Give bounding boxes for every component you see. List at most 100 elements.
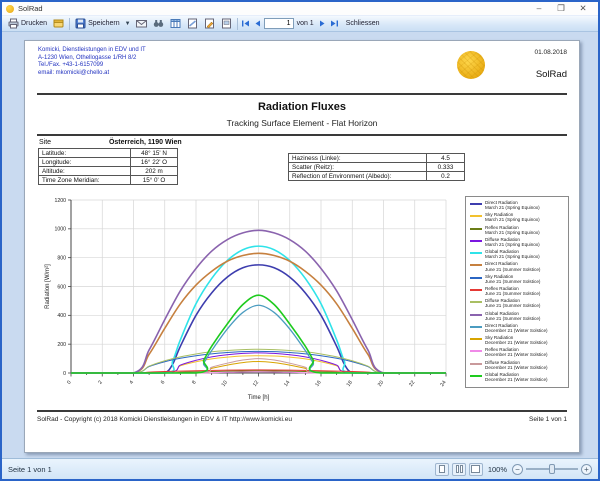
columns-icon — [170, 18, 181, 29]
svg-text:4: 4 — [129, 380, 136, 386]
preview-area[interactable]: Komicki, Dienstleistungen in EDV und IT A… — [2, 32, 598, 458]
print-setup-icon — [53, 18, 64, 29]
svg-text:2: 2 — [97, 380, 104, 386]
save-button[interactable]: Speichern — [72, 17, 123, 30]
legend-item: Diffuse RadiationDecember 21 (Winter Sol… — [470, 360, 566, 370]
legend-color-line — [470, 375, 482, 377]
svg-text:1200: 1200 — [54, 198, 66, 204]
legend-color-line — [470, 264, 482, 266]
legend-color-line — [470, 326, 482, 328]
solrad-sun-logo — [457, 51, 485, 79]
minimize-button[interactable]: – — [528, 3, 550, 14]
print-setup-button[interactable] — [50, 17, 67, 30]
svg-text:400: 400 — [57, 313, 66, 319]
company-address-line: email: mkomicki@chello.at — [38, 70, 146, 78]
legend-color-line — [470, 301, 482, 303]
next-page-button[interactable] — [317, 18, 329, 30]
print-button[interactable]: Drucken — [5, 17, 50, 30]
svg-text:18: 18 — [346, 380, 354, 388]
page-number-input[interactable] — [264, 18, 294, 29]
title-rule — [37, 134, 567, 136]
svg-text:0: 0 — [66, 380, 73, 386]
watermark-icon — [187, 18, 198, 29]
table-row: Longitude:16° 22' O — [39, 158, 178, 167]
svg-text:20: 20 — [377, 380, 385, 388]
svg-text:600: 600 — [57, 284, 66, 290]
legend-color-line — [470, 252, 482, 254]
app-sun-icon — [6, 5, 14, 13]
page-footer: SolRad - Copyright (c) 2018 Komicki Dien… — [37, 410, 567, 423]
legend-label: Direct RadiationMarch 21 (Spring Equinox… — [485, 200, 540, 210]
window-title: SolRad — [18, 4, 43, 13]
two-page-view-icon[interactable] — [452, 463, 466, 476]
edit-page-button[interactable] — [201, 17, 218, 30]
prev-page-icon — [252, 18, 263, 29]
svg-text:Radiation [W/m²]: Radiation [W/m²] — [45, 264, 51, 309]
legend-item: Reflex RadiationDecember 21 (Winter Sols… — [470, 347, 566, 357]
logo-text: SolRad — [536, 69, 567, 80]
legend-label: Direct RadiationJune 21 (Summer Solstice… — [485, 261, 540, 271]
table-row: Scatter (Reitz):0.333 — [289, 163, 465, 172]
company-address-line: Komicki, Dienstleistungen in EDV und IT — [38, 47, 146, 55]
header-rule — [37, 93, 567, 95]
first-page-button[interactable] — [240, 18, 252, 30]
legend-color-line — [470, 203, 482, 205]
legend-color-line — [470, 240, 482, 242]
svg-text:14: 14 — [283, 380, 291, 388]
table-row: Altitude:202 m — [39, 167, 178, 176]
last-page-button[interactable] — [329, 18, 341, 30]
zoom-out-button[interactable]: − — [512, 464, 523, 475]
zoom-slider[interactable] — [526, 468, 578, 470]
legend-color-line — [470, 228, 482, 230]
zoom-percent-label: 100% — [488, 465, 507, 474]
company-address-block: Komicki, Dienstleistungen in EDV und ITA… — [38, 47, 146, 77]
legend-color-line — [470, 350, 482, 352]
prev-page-button[interactable] — [252, 18, 264, 30]
save-dropdown-caret[interactable]: ▼ — [123, 21, 133, 27]
legend-item: Diffuse RadiationMarch 21 (Spring Equino… — [470, 237, 566, 247]
close-preview-button[interactable]: Schliessen — [341, 19, 385, 28]
print-label: Drucken — [21, 20, 47, 27]
svg-text:12: 12 — [252, 380, 260, 388]
legend-color-line — [470, 338, 482, 340]
close-window-button[interactable]: ✕ — [572, 3, 594, 14]
status-bar: Seite 1 von 1 100% − + — [2, 458, 598, 479]
legend-label: Diffuse RadiationDecember 21 (Winter Sol… — [485, 360, 548, 370]
zoom-slider-thumb[interactable] — [549, 464, 555, 474]
svg-text:0: 0 — [63, 371, 66, 377]
svg-text:10: 10 — [221, 380, 229, 388]
columns-button[interactable] — [167, 17, 184, 30]
edit-page-icon — [204, 18, 215, 29]
report-logo-block: 01.08.2018 SolRad — [457, 47, 567, 89]
legend-label: Global RadiationJune 21 (Summer Solstice… — [485, 311, 540, 321]
page-width-view-icon[interactable] — [469, 463, 483, 476]
binoculars-search-icon — [153, 18, 164, 29]
save-label: Speichern — [88, 20, 120, 27]
watermark-button[interactable] — [184, 17, 201, 30]
search-button[interactable] — [150, 17, 167, 30]
footer-copyright: SolRad - Copyright (c) 2018 Komicki Dien… — [37, 416, 292, 423]
svg-text:6: 6 — [160, 380, 167, 386]
email-button[interactable] — [133, 17, 150, 30]
legend-item: Sky RadiationMarch 21 (Spring Equinox) — [470, 212, 566, 222]
first-page-icon — [240, 18, 251, 29]
email-icon — [136, 18, 147, 29]
zoom-in-button[interactable]: + — [581, 464, 592, 475]
chart-legend: Direct RadiationMarch 21 (Spring Equinox… — [465, 196, 569, 388]
maximize-button[interactable]: ❐ — [550, 3, 572, 14]
single-page-view-icon[interactable] — [435, 463, 449, 476]
site-value: Österreich, 1190 Wien — [109, 139, 182, 146]
legend-item: Direct RadiationJune 21 (Summer Solstice… — [470, 261, 566, 271]
legend-item: Reflex RadiationJune 21 (Summer Solstice… — [470, 286, 566, 296]
report-title: Radiation Fluxes — [25, 101, 579, 113]
last-page-icon — [329, 18, 340, 29]
printer-icon — [8, 18, 19, 29]
thumbnails-button[interactable] — [218, 17, 235, 30]
legend-item: Sky RadiationJune 21 (Summer Solstice) — [470, 274, 566, 284]
table-row: Time Zone Meridian:15° 0' O — [39, 176, 178, 185]
legend-label: Global RadiationDecember 21 (Winter Sols… — [485, 372, 548, 382]
legend-label: Reflex RadiationMarch 21 (Spring Equinox… — [485, 225, 540, 235]
legend-color-line — [470, 215, 482, 217]
svg-text:800: 800 — [57, 255, 66, 261]
toolbar-separator — [237, 18, 238, 30]
